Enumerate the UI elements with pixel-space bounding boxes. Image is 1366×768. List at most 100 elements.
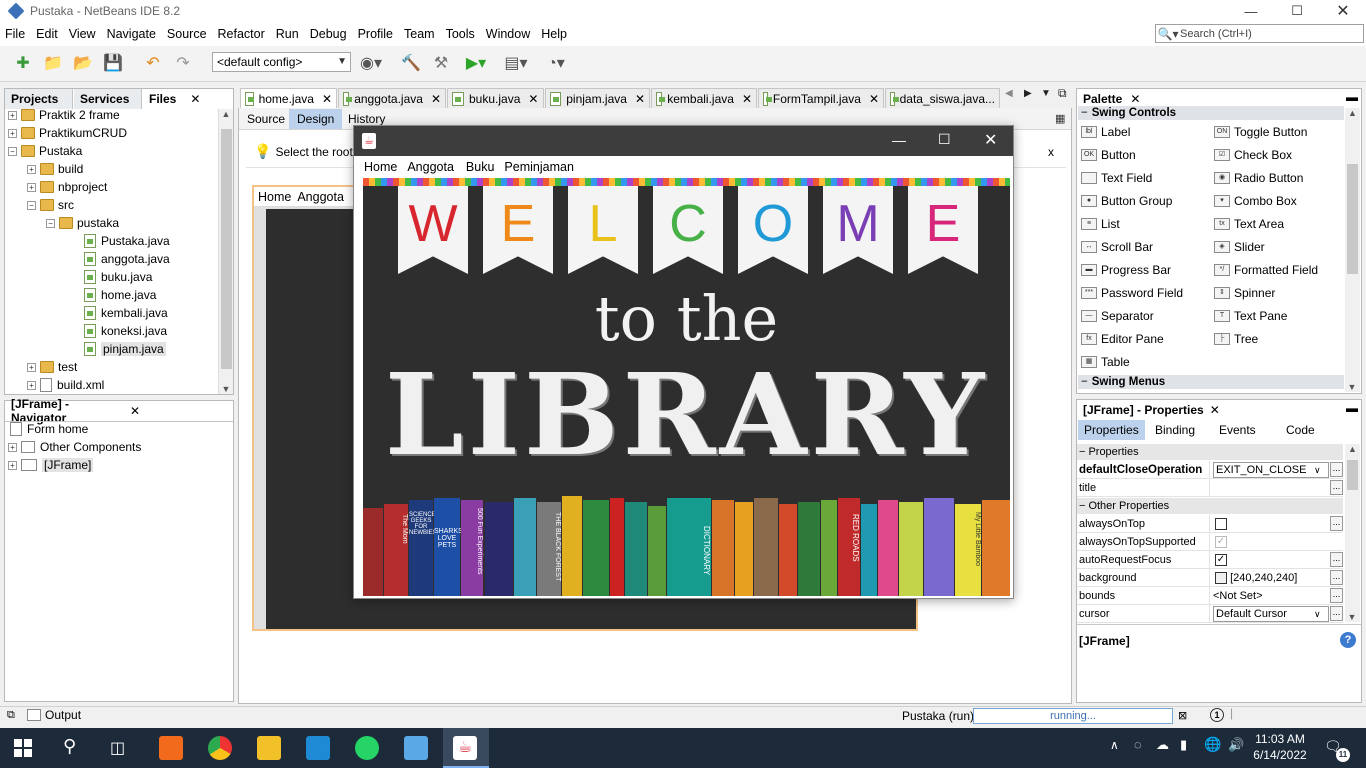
tab-pinjam-java[interactable]: pinjam.java ✕ bbox=[545, 88, 650, 108]
palette-item-radio-button[interactable]: ◉ Radio Button bbox=[1214, 168, 1303, 188]
palette-item-password-field[interactable]: *** Password Field bbox=[1081, 283, 1183, 303]
app-menu-home[interactable]: Home bbox=[364, 160, 397, 174]
close-icon[interactable]: ✕ bbox=[869, 92, 879, 106]
palette-item-list[interactable]: ≡ List bbox=[1081, 214, 1120, 234]
cancel-task-icon[interactable]: ⊠ bbox=[1178, 709, 1187, 722]
palette-item-separator[interactable]: — Separator bbox=[1081, 306, 1154, 326]
palette-scrollbar[interactable]: ▲ ▼ bbox=[1345, 108, 1360, 392]
weather-cloud-icon[interactable]: ☁ bbox=[1156, 737, 1169, 753]
notification-badge[interactable]: 1 bbox=[1210, 708, 1224, 722]
tree-item[interactable]: koneksi.java bbox=[84, 322, 167, 340]
java-icon[interactable]: ☕ bbox=[453, 736, 477, 760]
property-row[interactable]: cursor Default Cursor ∨... bbox=[1077, 604, 1343, 623]
new-file-icon[interactable]: ✚ bbox=[12, 52, 34, 74]
tab-home-java[interactable]: home.java ✕ bbox=[240, 88, 337, 108]
palette-item-spinner[interactable]: ⇕ Spinner bbox=[1214, 283, 1275, 303]
minimize-panel-icon[interactable]: ▬ bbox=[1346, 401, 1358, 415]
tab-scroll-right-icon[interactable]: ▶ bbox=[1024, 88, 1032, 99]
tree-item[interactable]: − pustaka bbox=[46, 214, 119, 232]
palette-item-progress-bar[interactable]: ▬ Progress Bar bbox=[1081, 260, 1171, 280]
property-row[interactable]: alwaysOnTop... bbox=[1077, 514, 1343, 533]
minimize-panel-icon[interactable]: ▬ bbox=[1346, 90, 1358, 104]
close-icon[interactable]: ✕ bbox=[130, 404, 140, 418]
tab-properties[interactable]: Properties bbox=[1078, 420, 1145, 440]
profile-icon[interactable]: ◔▾ bbox=[545, 52, 567, 74]
tab-events[interactable]: Events bbox=[1219, 423, 1256, 437]
property-row[interactable]: autoRequestFocus ✓... bbox=[1077, 550, 1343, 569]
close-icon[interactable]: ✕ bbox=[528, 92, 538, 106]
ellipsis-button[interactable]: ... bbox=[1330, 479, 1343, 495]
menu-tools[interactable]: Tools bbox=[441, 27, 481, 41]
tab-buku-java[interactable]: buku.java ✕ bbox=[447, 88, 544, 108]
grid-icon[interactable]: ▦ bbox=[1055, 112, 1065, 125]
undo-icon[interactable]: ↶ bbox=[142, 52, 164, 74]
tree-item[interactable]: + build bbox=[27, 160, 83, 178]
menu-team[interactable]: Team bbox=[399, 27, 441, 41]
close-icon[interactable]: ✕ bbox=[635, 92, 645, 106]
navigator-item[interactable]: + [JFrame] bbox=[8, 456, 94, 474]
title-value[interactable]: ... bbox=[1210, 479, 1343, 497]
palette-item-text-field[interactable]: Text Field bbox=[1081, 168, 1152, 188]
palette-item-slider[interactable]: ◈ Slider bbox=[1214, 237, 1265, 257]
debug-icon[interactable]: ▤▾ bbox=[504, 52, 527, 74]
property-row[interactable]: alwaysOnTopSupported ✓ bbox=[1077, 532, 1343, 551]
tab-binding[interactable]: Binding bbox=[1155, 423, 1195, 437]
hint-close-icon[interactable]: x bbox=[1048, 145, 1054, 159]
virtualbox-icon[interactable] bbox=[404, 736, 428, 760]
tab-code[interactable]: Code bbox=[1286, 423, 1315, 437]
tree-item[interactable]: − Pustaka bbox=[8, 142, 82, 160]
palette-item-button-group[interactable]: ● Button Group bbox=[1081, 191, 1172, 211]
battery-icon[interactable]: ▮ bbox=[1180, 737, 1187, 753]
tab-data-siswa-java[interactable]: data_siswa.java... bbox=[885, 88, 1000, 108]
tree-item[interactable]: Pustaka.java bbox=[84, 232, 170, 250]
xampp-icon[interactable] bbox=[159, 736, 183, 760]
close-icon[interactable]: ✕ bbox=[742, 92, 752, 106]
open-project-icon[interactable]: 📂 bbox=[72, 52, 94, 74]
ellipsis-button[interactable]: ... bbox=[1330, 551, 1343, 567]
close-button[interactable]: ✕ bbox=[1320, 0, 1366, 22]
palette-item-toggle-button[interactable]: ON Toggle Button bbox=[1214, 122, 1307, 142]
clock[interactable]: 11:03 AM 6/14/2022 bbox=[1252, 731, 1308, 763]
properties-scrollbar[interactable]: ▲ ▼ bbox=[1345, 444, 1360, 622]
palette-section-swing-controls[interactable]: − Swing Controls bbox=[1078, 106, 1344, 120]
close-icon[interactable]: ✕ bbox=[1130, 92, 1140, 106]
windows-start-icon[interactable] bbox=[14, 739, 32, 757]
tree-item[interactable]: + PraktikumCRUD bbox=[8, 124, 127, 142]
palette-item-text-pane[interactable]: T Text Pane bbox=[1214, 306, 1287, 326]
property-row[interactable]: bounds <Not Set>... bbox=[1077, 586, 1343, 605]
menu-edit[interactable]: Edit bbox=[31, 27, 64, 41]
tab-anggota-java[interactable]: anggota.java ✕ bbox=[338, 88, 446, 108]
menu-source[interactable]: Source bbox=[162, 27, 213, 41]
property-row[interactable]: title... bbox=[1077, 478, 1343, 497]
search-icon[interactable]: ⚲ bbox=[63, 736, 76, 757]
vscode-icon[interactable] bbox=[306, 736, 330, 760]
tab-files[interactable]: Files ✕ bbox=[143, 89, 233, 109]
tab-source[interactable]: Source bbox=[241, 110, 291, 128]
palette-item-combo-box[interactable]: ▾ Combo Box bbox=[1214, 191, 1297, 211]
app-menu-peminjaman[interactable]: Peminjaman bbox=[504, 160, 573, 174]
tree-item[interactable]: + Praktik 2 frame bbox=[8, 106, 120, 124]
close-icon[interactable]: ✕ bbox=[1210, 403, 1220, 417]
tree-item[interactable]: buku.java bbox=[84, 268, 152, 286]
palette-item-tree[interactable]: ├ Tree bbox=[1214, 329, 1258, 349]
palette-item-formatted-field[interactable]: */Formatted Field bbox=[1214, 260, 1318, 280]
config-select[interactable]: <default config> ▼ bbox=[212, 52, 351, 72]
menu-profile[interactable]: Profile bbox=[353, 27, 399, 41]
menu-navigate[interactable]: Navigate bbox=[102, 27, 162, 41]
design-menu-anggota[interactable]: Anggota bbox=[297, 190, 344, 204]
globe-icon[interactable]: ◉▾ bbox=[360, 52, 382, 74]
tab-scroll-left-icon[interactable]: ◀ bbox=[1005, 88, 1013, 99]
palette-item-check-box[interactable]: ☑ Check Box bbox=[1214, 145, 1292, 165]
ellipsis-button[interactable]: ... bbox=[1330, 569, 1343, 585]
menu-debug[interactable]: Debug bbox=[305, 27, 353, 41]
tree-item[interactable]: home.java bbox=[84, 286, 156, 304]
new-project-icon[interactable]: 📁 bbox=[42, 52, 64, 74]
app-close-button[interactable]: ✕ bbox=[984, 130, 997, 150]
palette-item-text-area[interactable]: tx Text Area bbox=[1214, 214, 1284, 234]
close-icon[interactable]: ✕ bbox=[322, 92, 332, 106]
property-row[interactable]: background [240,240,240]... bbox=[1077, 568, 1343, 587]
tab-kembali-java[interactable]: kembali.java ✕ bbox=[651, 88, 757, 108]
app-maximize-button[interactable]: ☐ bbox=[938, 131, 951, 148]
design-menu-home[interactable]: Home bbox=[258, 190, 291, 204]
cursor-select[interactable]: Default Cursor bbox=[1213, 605, 1329, 622]
